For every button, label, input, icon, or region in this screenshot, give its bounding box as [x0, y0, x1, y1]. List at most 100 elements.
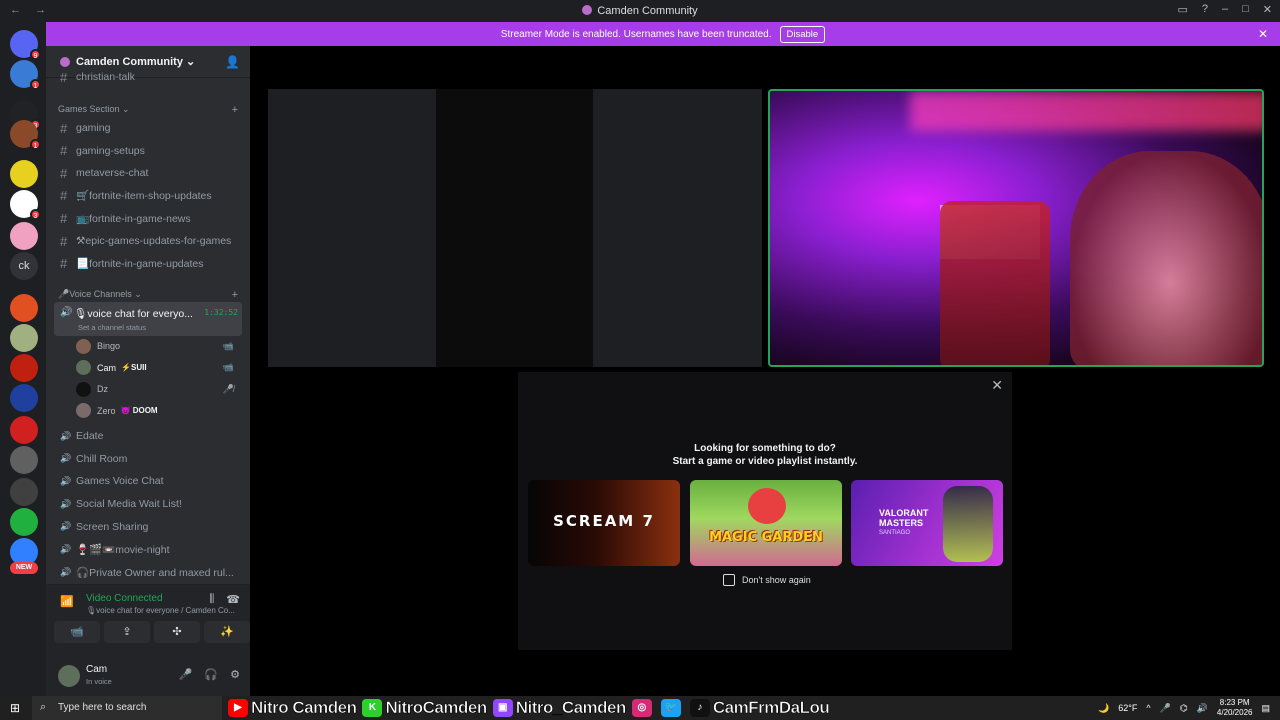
notification-icon[interactable]: ▤	[1261, 703, 1270, 714]
invite-people-icon[interactable]: 👤	[225, 55, 240, 69]
server-icon-ck[interactable]: ck	[10, 252, 38, 280]
speaker-icon: 🔊	[60, 475, 72, 486]
voice-channel[interactable]: 🔊 🍷🎬📼movie-night	[54, 540, 242, 560]
microphone-tray-icon[interactable]: 🎤	[1160, 703, 1171, 714]
channel-christian-talk[interactable]: # christian-talk	[54, 72, 242, 82]
activity-card-magic-garden[interactable]: MAGIC GARDEN	[690, 480, 842, 566]
minimize-button[interactable]: –	[1222, 3, 1228, 16]
microphone-icon[interactable]: 🎤	[179, 668, 193, 681]
dont-show-checkbox[interactable]	[723, 574, 735, 586]
voice-channel[interactable]: 🔊 Edate	[54, 426, 242, 446]
inbox-icon[interactable]: ▭	[1177, 3, 1187, 16]
server-icon[interactable]: 1	[10, 120, 41, 150]
video-tile-2[interactable]	[436, 89, 593, 367]
social-overlay: ▶ Nitro Camden K NitroCamden ▣ Nitro_Camden ◎ 🐦…	[228, 696, 835, 720]
noise-suppression-icon[interactable]: ⫼	[209, 593, 214, 606]
voice-user[interactable]: Bingo 📹	[76, 336, 242, 356]
disconnect-icon[interactable]: ☎	[226, 593, 240, 606]
social-platform-icon: K	[362, 699, 383, 717]
voice-channel[interactable]: 🔊 Screen Sharing	[54, 517, 242, 537]
video-tile-1[interactable]	[268, 89, 436, 367]
taskbar-search[interactable]: ⌕ Type here to search	[32, 696, 222, 720]
guild-icon	[582, 5, 593, 15]
server-icon[interactable]	[10, 354, 38, 382]
server-icon[interactable]: 1	[10, 60, 41, 90]
text-channel[interactable]: # 📃fortnite-in-game-updates	[54, 254, 242, 274]
text-channel[interactable]: # metaverse-chat	[54, 163, 242, 183]
voice-channel[interactable]: 🔊 🎧Private Owner and maxed rul...	[54, 562, 242, 582]
server-icon[interactable]	[10, 478, 38, 506]
activity-button[interactable]: ✣	[154, 621, 200, 643]
weather-temp[interactable]: 62°F	[1118, 703, 1137, 713]
windows-taskbar: ⊞ ⌕ Type here to search ▶ Nitro Camden K Ni…	[0, 696, 1280, 720]
voice-channel[interactable]: 🔊 Chill Room	[54, 449, 242, 469]
activity-card-scream[interactable]: SCREAM 7	[528, 480, 680, 566]
avatar	[76, 338, 91, 354]
hash-icon: #	[60, 72, 68, 82]
voice-user[interactable]: Cam ⚡SUII 📹	[76, 358, 242, 378]
text-channel[interactable]: # gaming	[54, 118, 242, 138]
weather-icon[interactable]: 🌙	[1098, 703, 1109, 714]
social-handle-text: NitroCamden	[385, 698, 487, 718]
settings-gear-icon[interactable]: ⚙	[230, 668, 240, 681]
text-channel[interactable]: # ⚒epic-games-updates-for-games	[54, 231, 242, 251]
server-icon[interactable]: 9	[10, 30, 41, 60]
close-icon[interactable]: ✕	[991, 377, 1003, 394]
server-icon[interactable]	[10, 324, 38, 352]
card-title: SCREAM 7	[553, 512, 655, 530]
video-stage: ✕ Looking for something to do? Start a g…	[250, 46, 1280, 696]
webcam-video-tile[interactable]	[768, 89, 1264, 367]
category-voice-channels[interactable]: 🎤Voice Channels ⌄ +	[58, 289, 238, 301]
clock[interactable]: 8:23 PM 4/20/2026	[1217, 698, 1253, 718]
close-window-button[interactable]: ✕	[1263, 3, 1272, 16]
maximize-button[interactable]: □	[1242, 3, 1249, 16]
text-channel[interactable]: # gaming-setups	[54, 141, 242, 161]
system-tray: 🌙 62°F ^ 🎤 ⌬ 🔊 8:23 PM 4/20/2026 ▤	[1098, 696, 1270, 720]
chevron-up-icon[interactable]: ^	[1146, 703, 1150, 713]
signal-icon[interactable]: 📶	[60, 595, 74, 608]
avatar[interactable]	[58, 665, 80, 687]
modal-heading: Looking for something to do?	[694, 443, 836, 454]
active-voice-channel[interactable]: 🔊 🎙voice chat for everyo... 1:32:52 Set …	[54, 302, 242, 336]
server-icon[interactable]: 3	[10, 190, 41, 220]
voice-channel-path[interactable]: 🎙voice chat for everyone / Camden Co...	[86, 606, 235, 615]
text-channel[interactable]: # 🛒fortnite-item-shop-updates	[54, 186, 242, 206]
channel-status[interactable]: Set a channel status	[78, 323, 146, 332]
voice-user[interactable]: Dz 🎤̸	[76, 379, 242, 399]
camera-button[interactable]: 📹	[54, 621, 100, 643]
unread-badge: 9	[30, 49, 41, 60]
unread-badge: 1	[30, 79, 41, 90]
text-channel[interactable]: # 📺fortnite-in-game-news	[54, 208, 242, 228]
server-icon[interactable]	[10, 416, 38, 444]
voice-channel[interactable]: 🔊 Games Voice Chat	[54, 471, 242, 491]
disable-button[interactable]: Disable	[779, 25, 826, 43]
screen-share-button[interactable]: ⇪	[104, 621, 150, 643]
add-channel-icon[interactable]: +	[232, 289, 238, 301]
server-icon[interactable]	[10, 160, 38, 188]
soundboard-button[interactable]: ✨	[204, 621, 250, 643]
server-icon[interactable]	[10, 384, 38, 412]
server-icon[interactable]	[10, 222, 38, 250]
windows-start-icon[interactable]: ⊞	[10, 701, 20, 715]
server-icon[interactable]	[10, 294, 38, 322]
server-icon[interactable]	[10, 446, 38, 474]
help-icon[interactable]: ?	[1202, 3, 1208, 16]
banner-close-icon[interactable]: ✕	[1258, 27, 1268, 41]
server-icon[interactable]	[10, 508, 38, 536]
social-handle-text: Nitro_Camden	[515, 698, 626, 718]
voice-user[interactable]: Zero 😈 DOOM	[76, 401, 242, 421]
search-placeholder: Type here to search	[58, 702, 147, 713]
voice-channel[interactable]: 🔊 Social Media Wait List!	[54, 494, 242, 514]
volume-icon[interactable]: 🔊	[1197, 703, 1208, 714]
channel-label: Social Media Wait List!	[76, 498, 182, 511]
add-channel-icon[interactable]: +	[232, 104, 238, 116]
activity-card-valorant[interactable]: VALORANT MASTERS SANTIAGO	[851, 480, 1003, 566]
video-tile-3[interactable]	[593, 89, 762, 367]
camera-icon: 📹	[222, 340, 234, 351]
social-handle-text: Nitro Camden	[251, 698, 358, 718]
network-icon[interactable]: ⌬	[1180, 703, 1188, 714]
headphones-icon[interactable]: 🎧	[204, 668, 218, 681]
dont-show-label[interactable]: Don't show again	[742, 575, 811, 585]
card-title: VALORANT MASTERS	[879, 508, 929, 528]
category-games-section[interactable]: Games Section ⌄ +	[58, 104, 238, 116]
